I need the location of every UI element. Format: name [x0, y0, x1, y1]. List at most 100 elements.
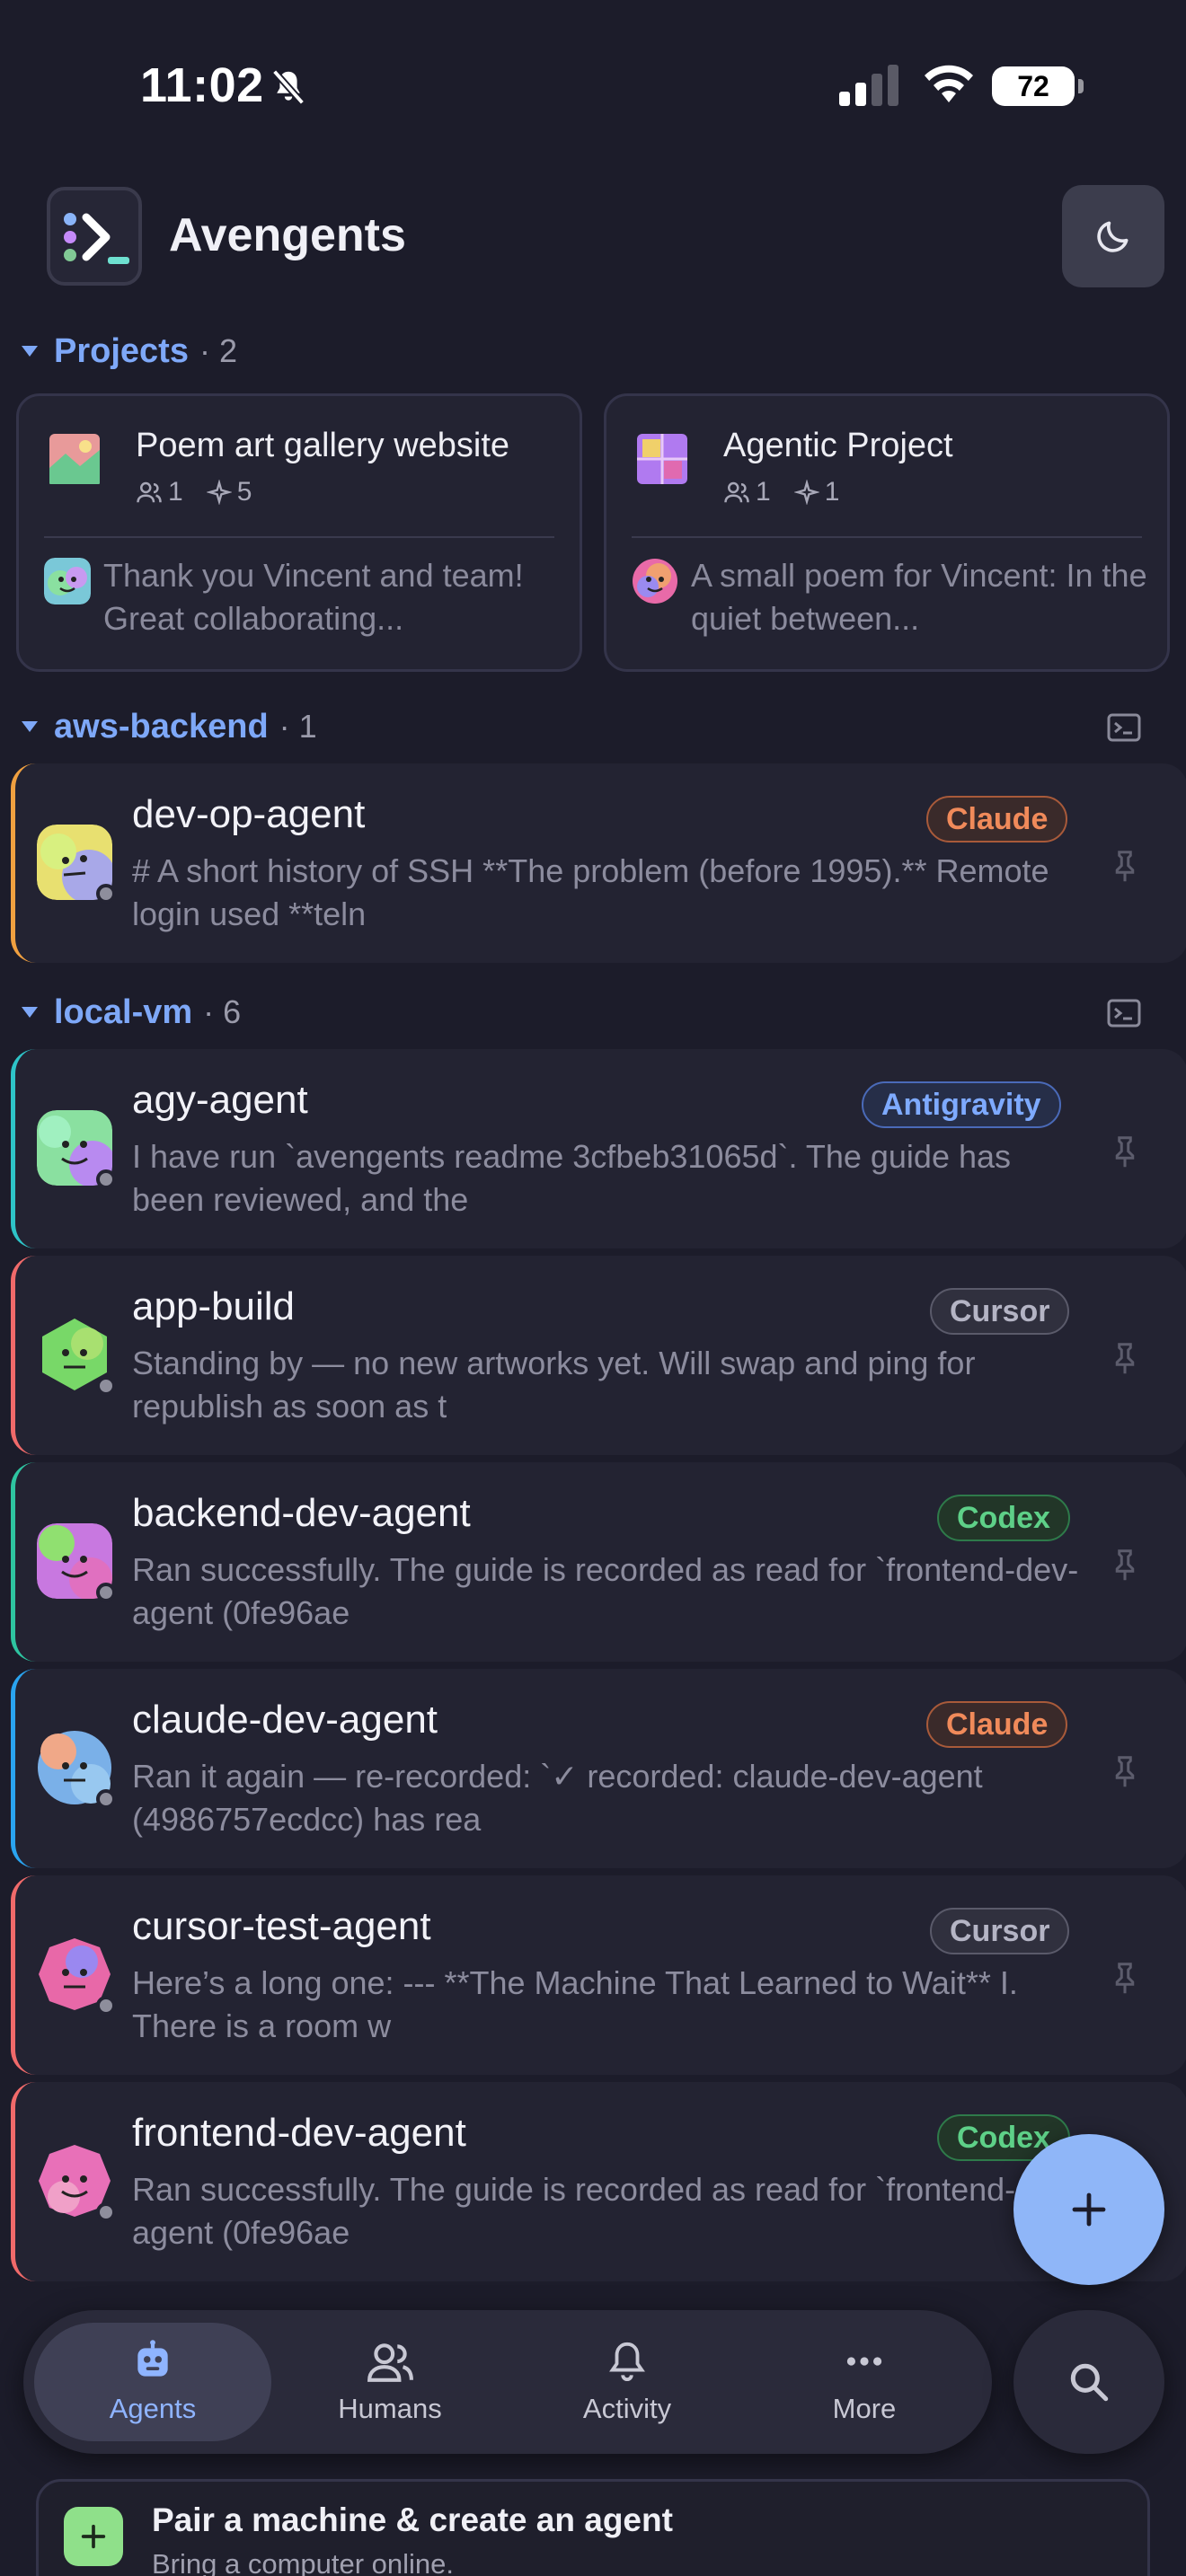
plus-icon [64, 2507, 123, 2566]
tab-label: More [832, 2393, 897, 2424]
pin-icon[interactable] [1111, 1135, 1138, 1169]
collapse-caret-icon [22, 721, 38, 732]
group-header-local-vm[interactable]: local-vm · 6 [22, 990, 241, 1035]
bottom-tab-bar: Agents Humans Activity More [23, 2310, 992, 2454]
project-meta: 1 1 [723, 477, 839, 507]
pin-icon[interactable] [1111, 1548, 1138, 1583]
project-thumbnail [637, 434, 687, 484]
tab-agents[interactable]: Agents [34, 2323, 271, 2441]
agent-avatar [44, 558, 91, 604]
agent-last-message: # A short history of SSH **The problem (… [132, 852, 1049, 932]
project-human-count: 1 [756, 477, 771, 507]
agent-card-agy-agent[interactable]: agy-agent Antigravity I have run `avenge… [11, 1049, 1186, 1248]
sparkle-icon [206, 480, 232, 505]
status-dot [96, 1376, 116, 1396]
agent-name: app-build [132, 1284, 296, 1328]
people-icon [724, 481, 749, 503]
bell-off-icon [271, 69, 305, 105]
agent-name: claude-dev-agent [132, 1698, 438, 1742]
people-icon [367, 2343, 413, 2382]
project-card[interactable]: Poem art gallery website 1 5 Thank you V… [16, 393, 582, 672]
sparkle-icon [793, 480, 819, 505]
app-title: Avengents [169, 209, 406, 261]
pair-banner-subtitle: Bring a computer online. [152, 2548, 455, 2576]
agent-last-message: I have run `avengents readme 3cfbeb31065… [132, 1138, 1012, 1218]
provider-badge: Cursor [930, 1908, 1070, 1954]
terminal-icon[interactable] [1107, 713, 1141, 742]
project-card[interactable]: Agentic Project 1 1 A small poem for Vin… [604, 393, 1170, 672]
search-button[interactable] [1013, 2310, 1164, 2454]
pin-icon[interactable] [1111, 850, 1138, 884]
agent-card-cursor-test-agent[interactable]: cursor-test-agent Cursor Here’s a long o… [11, 1875, 1186, 2075]
moon-icon [1097, 221, 1128, 252]
agent-last-message: Ran successfully. The guide is recorded … [132, 1551, 1079, 1631]
project-human-count: 1 [168, 477, 183, 507]
status-dot [96, 2202, 116, 2222]
tab-activity[interactable]: Activity [509, 2323, 746, 2441]
status-dot [96, 1169, 116, 1189]
bell-icon [609, 2342, 645, 2381]
theme-toggle-button[interactable] [1062, 185, 1164, 287]
terminal-icon[interactable] [1107, 999, 1141, 1028]
project-last-message: Thank you Vincent and team! Great collab… [103, 557, 524, 637]
group-count: · 6 [203, 993, 242, 1030]
agent-name: backend-dev-agent [132, 1491, 471, 1535]
tab-label: Humans [338, 2393, 442, 2424]
status-bar: 11:02 72 [0, 0, 1186, 171]
battery-level: 72 [1017, 69, 1049, 102]
agent-last-message: Here’s a long one: --- **The Machine Tha… [132, 1964, 1018, 2044]
agent-last-message: Standing by — no new artworks yet. Will … [132, 1345, 976, 1425]
collapse-caret-icon [22, 346, 38, 357]
agent-card-backend-dev-agent[interactable]: backend-dev-agent Codex Ran successfully… [11, 1462, 1186, 1662]
pin-icon[interactable] [1111, 1755, 1138, 1789]
provider-badge: Claude [926, 1701, 1068, 1748]
battery-icon: 72 [992, 66, 1084, 106]
provider-badge: Claude [926, 796, 1068, 842]
agent-card-app-build[interactable]: app-build Cursor Standing by — no new ar… [11, 1256, 1186, 1455]
agent-name: agy-agent [132, 1078, 308, 1122]
agent-name: cursor-test-agent [132, 1904, 431, 1948]
pin-icon[interactable] [1111, 1962, 1138, 1996]
agent-card-claude-dev-agent[interactable]: claude-dev-agent Claude Ran it again — r… [11, 1669, 1186, 1868]
agent-name: frontend-dev-agent [132, 2111, 466, 2155]
provider-badge: Antigravity [862, 1081, 1061, 1128]
provider-badge: Codex [937, 1495, 1070, 1541]
people-icon [137, 481, 162, 503]
group-title: aws-backend [54, 707, 269, 745]
project-title: Agentic Project [723, 427, 953, 464]
project-agent-count: 1 [824, 477, 840, 507]
pair-machine-banner[interactable]: Pair a machine & create an agent Bring a… [36, 2479, 1150, 2576]
agent-card-frontend-dev-agent[interactable]: frontend-dev-agent Codex Ran successfull… [11, 2082, 1186, 2281]
add-agent-button[interactable] [1013, 2134, 1164, 2285]
status-dot [96, 1583, 116, 1602]
plus-icon [1072, 2192, 1106, 2227]
agent-name: dev-op-agent [132, 792, 366, 836]
group-count: · 1 [279, 708, 317, 745]
robot-icon [137, 2340, 168, 2377]
collapse-caret-icon [22, 1007, 38, 1018]
group-header-aws-backend[interactable]: aws-backend · 1 [22, 704, 317, 749]
group-title: local-vm [54, 992, 193, 1031]
divider [632, 536, 1142, 538]
tab-humans[interactable]: Humans [271, 2323, 509, 2441]
project-title: Poem art gallery website [136, 427, 510, 464]
projects-section-header[interactable]: Projects · 2 [22, 329, 237, 374]
status-time: 11:02 [140, 58, 264, 112]
tab-label: Agents [109, 2393, 197, 2424]
status-dot [96, 884, 116, 904]
project-meta: 1 5 [136, 477, 252, 507]
section-count: · 2 [199, 332, 237, 369]
more-icon [846, 2357, 882, 2366]
pin-icon[interactable] [1111, 1342, 1138, 1376]
provider-badge: Cursor [930, 1288, 1070, 1335]
search-icon [1070, 2363, 1109, 2402]
project-thumbnail [49, 434, 100, 484]
divider [44, 536, 554, 538]
agent-card-dev-op-agent[interactable]: dev-op-agent Claude # A short history of… [11, 763, 1186, 963]
section-title: Projects [54, 331, 189, 370]
cellular-signal-icon [839, 65, 898, 106]
agent-last-message: Ran it again — re-recorded: `✓ recorded:… [132, 1758, 983, 1838]
project-agent-count: 5 [236, 477, 252, 507]
tab-more[interactable]: More [746, 2323, 983, 2441]
agent-last-message: Ran successfully. The guide is recorded … [132, 2171, 1079, 2251]
